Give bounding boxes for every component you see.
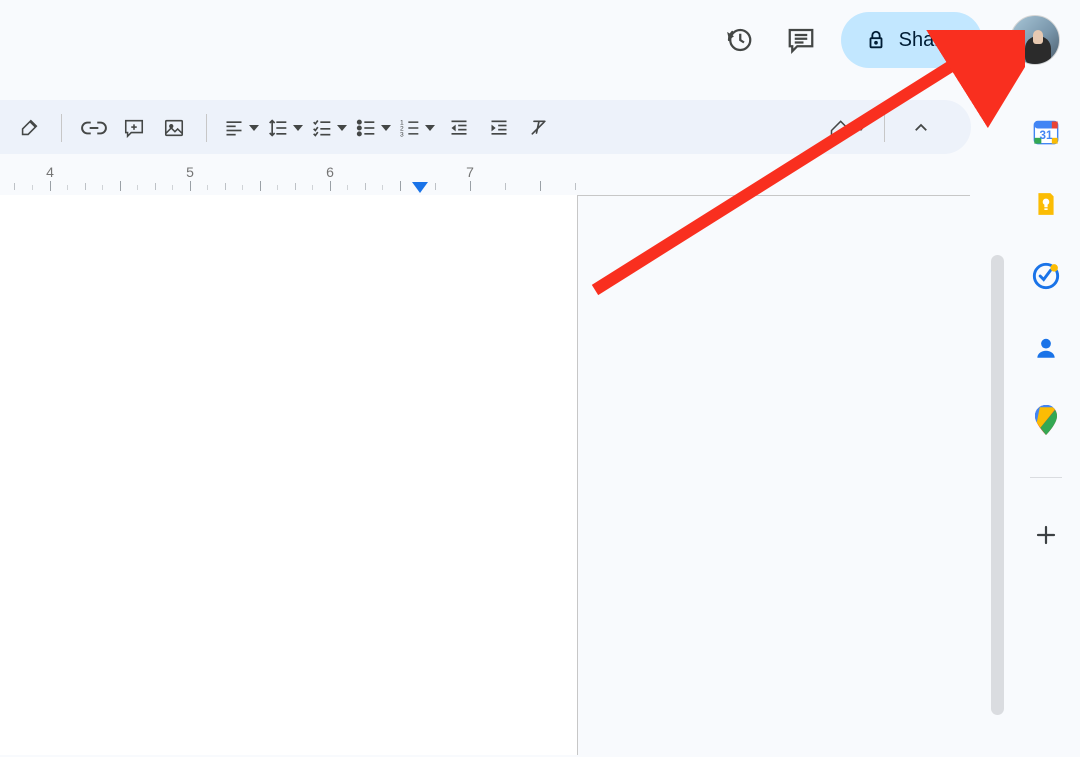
side-panel: 31 [1012,105,1080,757]
lock-icon [865,29,887,51]
numbered-list-menu[interactable]: 123 [395,110,439,146]
document-page[interactable] [0,195,577,755]
checklist-menu[interactable] [307,110,351,146]
svg-text:31: 31 [1040,129,1053,142]
ruler-label: 7 [466,164,474,180]
share-button-label: Share [899,29,952,52]
maps-icon[interactable] [1031,405,1061,435]
caret-down-icon [856,125,866,131]
comments-button[interactable] [779,18,823,62]
toolbar-divider [206,114,207,142]
caret-down-icon [425,125,435,131]
insert-image-button[interactable] [154,110,194,146]
ruler-label: 5 [186,164,194,180]
horizontal-ruler[interactable]: 4 5 6 7 [0,165,970,196]
caret-down-icon [337,125,347,131]
editing-mode-menu[interactable] [821,110,874,146]
toolbar-divider [61,114,62,142]
side-panel-divider [1030,477,1062,478]
history-button[interactable] [717,18,761,62]
bulleted-list-menu[interactable] [351,110,395,146]
clear-formatting-button[interactable] [519,110,559,146]
account-avatar[interactable] [1010,15,1060,65]
collapse-toolbar-button[interactable] [895,110,947,146]
vertical-scrollbar[interactable] [991,255,1004,715]
increase-indent-button[interactable] [479,110,519,146]
contacts-icon[interactable] [1031,333,1061,363]
toolbar-divider [884,114,885,142]
insert-link-button[interactable] [74,110,114,146]
app-header: Share [0,0,1080,80]
highlight-color-button[interactable] [9,110,49,146]
svg-text:3: 3 [400,131,404,138]
keep-icon[interactable] [1031,189,1061,219]
toolbar: 123 [0,100,971,154]
text-align-menu[interactable] [219,110,263,146]
tasks-icon[interactable] [1031,261,1061,291]
line-spacing-menu[interactable] [263,110,307,146]
chevron-up-icon [912,119,930,137]
decrease-indent-button[interactable] [439,110,479,146]
page-margin-line [577,195,578,755]
caret-down-icon [293,125,303,131]
add-comment-button[interactable] [114,110,154,146]
ruler-label: 6 [326,164,334,180]
caret-down-icon [249,125,259,131]
caret-down-icon [381,125,391,131]
right-indent-marker[interactable] [412,182,428,193]
pencil-icon [829,118,849,138]
ruler-label: 4 [46,164,54,180]
share-button[interactable]: Share [841,12,982,68]
plus-icon [1034,523,1058,547]
calendar-icon[interactable]: 31 [1031,117,1061,147]
get-addons-button[interactable] [1031,520,1061,550]
